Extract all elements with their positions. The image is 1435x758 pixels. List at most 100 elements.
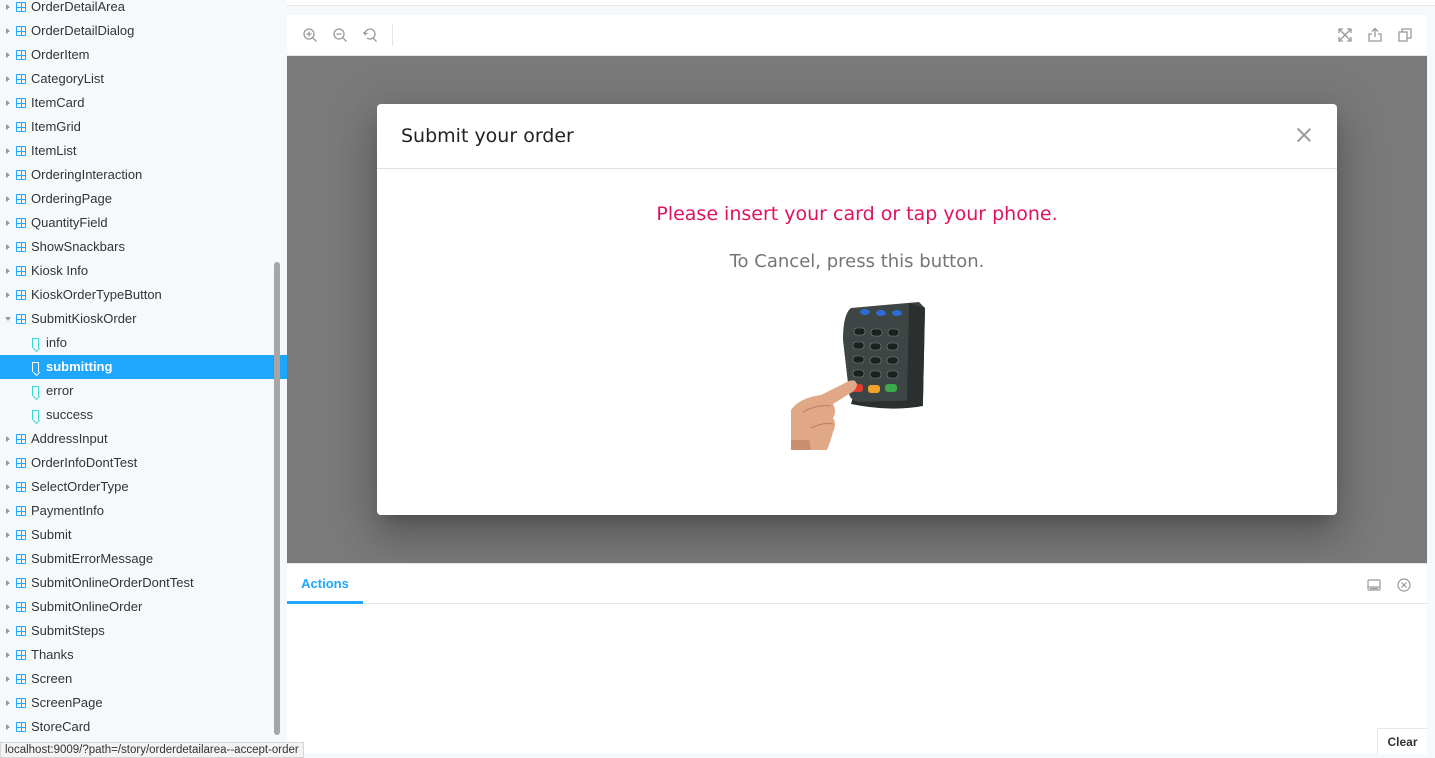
component-icon: [16, 74, 26, 84]
chevron-right-icon: [6, 4, 10, 10]
top-strip: [287, 0, 1435, 6]
component-icon: [16, 602, 26, 612]
chevron-right-icon: [6, 292, 10, 298]
zoom-in-icon[interactable]: [302, 27, 318, 43]
sidebar-item-screenpage[interactable]: ScreenPage: [0, 691, 287, 715]
component-icon: [16, 530, 26, 540]
sidebar-item-selectordertype[interactable]: SelectOrderType: [0, 475, 287, 499]
sidebar-item-label: QuantityField: [31, 215, 108, 230]
chevron-right-icon: [6, 100, 10, 106]
sidebar-item-categorylist[interactable]: CategoryList: [0, 67, 287, 91]
sidebar-item-submitkioskorder[interactable]: SubmitKioskOrder: [0, 307, 287, 331]
sidebar-item-submitsteps[interactable]: SubmitSteps: [0, 619, 287, 643]
panel-position-icon[interactable]: [1367, 578, 1381, 592]
zoom-out-icon[interactable]: [332, 27, 348, 43]
sidebar-item-label: Screen: [31, 671, 73, 686]
cancel-instruction: To Cancel, press this button.: [729, 251, 985, 272]
sidebar-item-submitonlineorderdonttest[interactable]: SubmitOnlineOrderDontTest: [0, 571, 287, 595]
close-panel-icon[interactable]: [1397, 578, 1411, 592]
sidebar-item-label: AddressInput: [31, 431, 108, 446]
component-icon: [16, 626, 26, 636]
sidebar-item-label: ScreenPage: [31, 695, 103, 710]
component-icon: [16, 554, 26, 564]
sidebar-item-label: ItemCard: [31, 95, 85, 110]
sidebar-item-showsnackbars[interactable]: ShowSnackbars: [0, 235, 287, 259]
sidebar: OrderDetailArea OrderDetailDialog OrderIte…: [0, 0, 287, 758]
sidebar-item-orderitem[interactable]: OrderItem: [0, 43, 287, 67]
sidebar-item-label: KioskOrderTypeButton: [31, 287, 162, 302]
sidebar-item-label: success: [46, 407, 93, 422]
sidebar-item-kiosk-info[interactable]: Kiosk Info: [0, 259, 287, 283]
sidebar-story-error[interactable]: error: [0, 379, 287, 403]
chevron-down-icon: [5, 317, 11, 321]
share-icon[interactable]: [1367, 27, 1383, 43]
chevron-right-icon: [6, 460, 10, 466]
sidebar-item-thanks[interactable]: Thanks: [0, 643, 287, 667]
sidebar-item-submitonlineorder[interactable]: SubmitOnlineOrder: [0, 595, 287, 619]
addons-panel: Actions Clear: [287, 563, 1427, 754]
toolbar: [287, 15, 1427, 56]
sidebar-item-label: info: [46, 335, 67, 350]
sidebar-story-info[interactable]: info: [0, 331, 287, 355]
bookmark-icon: [32, 338, 39, 348]
story-preview: Submit your order Please insert your car…: [287, 56, 1427, 563]
sidebar-item-label: SubmitOnlineOrder: [31, 599, 143, 614]
chevron-right-icon: [6, 580, 10, 586]
close-icon[interactable]: [1295, 126, 1313, 144]
copy-icon[interactable]: [1397, 27, 1413, 43]
sidebar-item-submiterrormessage[interactable]: SubmitErrorMessage: [0, 547, 287, 571]
chevron-right-icon: [6, 220, 10, 226]
sidebar-item-label: SubmitSteps: [31, 623, 105, 638]
fullscreen-icon[interactable]: [1337, 27, 1353, 43]
sidebar-item-label: OrderItem: [31, 47, 90, 62]
chevron-right-icon: [6, 148, 10, 154]
sidebar-story-success[interactable]: success: [0, 403, 287, 427]
component-icon: [16, 146, 26, 156]
sidebar-item-label: CategoryList: [31, 71, 104, 86]
chevron-right-icon: [6, 76, 10, 82]
sidebar-item-kioskordertypebutton[interactable]: KioskOrderTypeButton: [0, 283, 287, 307]
sidebar-story-submitting[interactable]: submitting: [0, 355, 287, 379]
chevron-right-icon: [6, 268, 10, 274]
sidebar-item-itemcard[interactable]: ItemCard: [0, 91, 287, 115]
sidebar-item-orderdetailarea[interactable]: OrderDetailArea: [0, 0, 287, 19]
bookmark-icon: [32, 362, 39, 372]
sidebar-item-label: SubmitOnlineOrderDontTest: [31, 575, 194, 590]
chevron-right-icon: [6, 724, 10, 730]
component-icon: [16, 482, 26, 492]
sidebar-item-addressinput[interactable]: AddressInput: [0, 427, 287, 451]
tab-actions[interactable]: Actions: [287, 564, 363, 604]
sidebar-item-screen[interactable]: Screen: [0, 667, 287, 691]
sidebar-item-orderinginteraction[interactable]: OrderingInteraction: [0, 163, 287, 187]
sidebar-item-orderinfodonttest[interactable]: OrderInfoDontTest: [0, 451, 287, 475]
chevron-right-icon: [6, 484, 10, 490]
component-icon: [16, 218, 26, 228]
sidebar-item-paymentinfo[interactable]: PaymentInfo: [0, 499, 287, 523]
component-icon: [16, 722, 26, 732]
sidebar-item-label: ShowSnackbars: [31, 239, 125, 254]
chevron-right-icon: [6, 676, 10, 682]
sidebar-item-label: Thanks: [31, 647, 74, 662]
sidebar-item-submit[interactable]: Submit: [0, 523, 287, 547]
sidebar-scrollbar[interactable]: [274, 262, 280, 735]
sidebar-item-storecard[interactable]: StoreCard: [0, 715, 287, 739]
component-icon: [16, 434, 26, 444]
component-icon: [16, 194, 26, 204]
component-icon: [16, 98, 26, 108]
sidebar-item-orderdetaildialog[interactable]: OrderDetailDialog: [0, 19, 287, 43]
chevron-right-icon: [6, 700, 10, 706]
clear-button[interactable]: Clear: [1377, 728, 1427, 754]
sidebar-item-itemgrid[interactable]: ItemGrid: [0, 115, 287, 139]
zoom-reset-icon[interactable]: [362, 27, 378, 43]
component-icon: [16, 506, 26, 516]
sidebar-item-orderingpage[interactable]: OrderingPage: [0, 187, 287, 211]
sidebar-item-quantityfield[interactable]: QuantityField: [0, 211, 287, 235]
sidebar-item-label: OrderDetailDialog: [31, 23, 135, 38]
bookmark-icon: [32, 386, 39, 396]
dialog-divider: [377, 168, 1337, 169]
sidebar-item-label: OrderingPage: [31, 191, 112, 206]
component-icon: [16, 26, 26, 36]
sidebar-item-itemlist[interactable]: ItemList: [0, 139, 287, 163]
chevron-right-icon: [6, 172, 10, 178]
chevron-right-icon: [6, 124, 10, 130]
